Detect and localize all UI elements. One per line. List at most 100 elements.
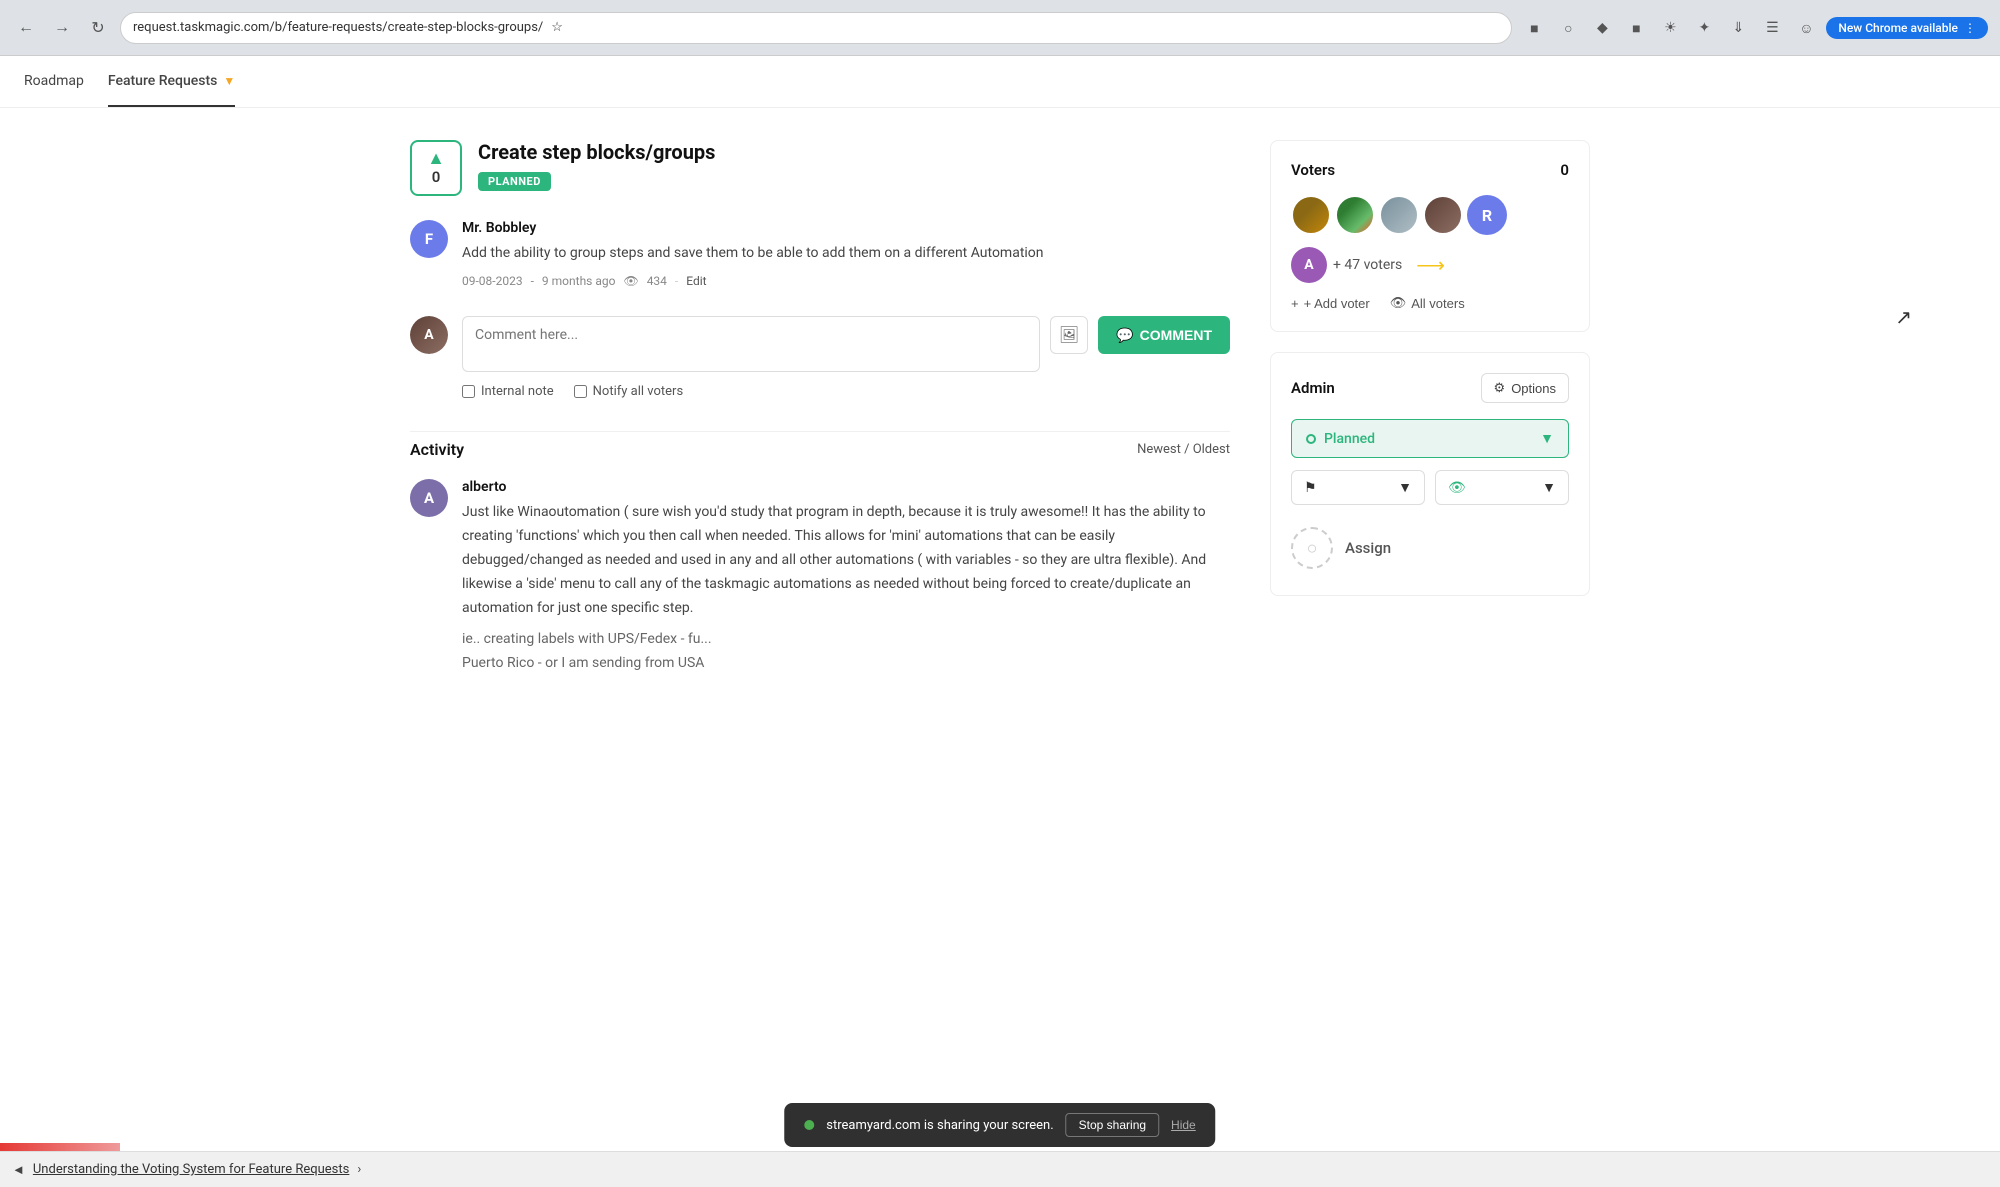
post-author: Mr. Bobbley [462, 220, 1230, 236]
download-icon[interactable]: ⇓ [1724, 14, 1752, 42]
browser-actions: ■ ○ ◆ ■ ☀ ✦ ⇓ ☰ ☺ New Chrome available ⋮ [1520, 14, 1988, 42]
comment-image-btn[interactable]: 🖼 [1050, 316, 1088, 354]
sort-label: Newest / Oldest [1137, 442, 1230, 457]
top-nav: Roadmap Feature Requests ▼ [0, 56, 2000, 108]
nav-feature-requests[interactable]: Feature Requests ▼ [108, 57, 235, 107]
extension-icon-5[interactable]: ☀ [1656, 14, 1684, 42]
extension-icon-3[interactable]: ◆ [1588, 14, 1616, 42]
post-text: Add the ability to group steps and save … [462, 242, 1230, 264]
ticker-chevron-icon: › [357, 1162, 361, 1177]
comment-icon: 💬 [1116, 327, 1133, 344]
voters-avatars: R [1291, 195, 1569, 235]
assign-label: Assign [1345, 539, 1391, 557]
sidebar-toggle-icon[interactable]: ☰ [1758, 14, 1786, 42]
nav-feature-requests-label: Feature Requests [108, 73, 217, 89]
assign-circle: ○ [1291, 527, 1333, 569]
feature-title-section: Create step blocks/groups PLANNED [478, 140, 715, 191]
post-views: 434 [647, 274, 667, 288]
forward-button[interactable]: → [48, 14, 76, 42]
add-voter-label: + Add voter [1304, 296, 1370, 311]
add-voter-icon: + [1291, 296, 1299, 311]
reload-button[interactable]: ↻ [84, 14, 112, 42]
post-time-ago: 9 months ago [542, 274, 616, 288]
browser-chrome: ← → ↻ request.taskmagic.com/b/feature-re… [0, 0, 2000, 56]
sidebar: Voters 0 R A + 47 voters ⟶ [1270, 140, 1590, 700]
comment-textarea[interactable] [462, 316, 1040, 372]
new-chrome-badge[interactable]: New Chrome available ⋮ [1826, 17, 1988, 39]
voters-count: 0 [1560, 161, 1569, 179]
status-dropdown[interactable]: Planned ▼ [1291, 419, 1569, 458]
extension-icon-6[interactable]: ✦ [1690, 14, 1718, 42]
voters-section: Voters 0 R A + 47 voters ⟶ [1270, 140, 1590, 332]
bottom-ticker: ◄ Understanding the Voting System for Fe… [0, 1151, 2000, 1187]
back-button[interactable]: ← [12, 14, 40, 42]
date-separator: - [531, 274, 534, 288]
status-dropdown-text: Planned [1324, 431, 1375, 447]
status-dot-icon [1306, 434, 1316, 444]
vote-box[interactable]: ▲ 0 [410, 140, 462, 196]
nav-roadmap[interactable]: Roadmap [24, 57, 84, 107]
ticker-text[interactable]: Understanding the Voting System for Feat… [33, 1162, 349, 1177]
visibility-dropdown[interactable]: 👁 ▼ [1435, 470, 1569, 505]
voters-header: Voters 0 [1291, 161, 1569, 179]
voter-avatar-3 [1379, 195, 1419, 235]
post-meta: 09-08-2023 - 9 months ago 👁 434 - Edit [462, 274, 1230, 288]
activity-title: Activity [410, 440, 464, 459]
extension-icon-2[interactable]: ○ [1554, 14, 1582, 42]
extension-icon-1[interactable]: ■ [1520, 14, 1548, 42]
author-avatar: F [410, 220, 448, 258]
feature-title: Create step blocks/groups [478, 140, 715, 164]
voter-avatar-2 [1335, 195, 1375, 235]
all-voters-button[interactable]: 👁 All voters [1390, 295, 1465, 311]
activity-text-2: ie.. creating labels with UPS/Fedex - fu… [462, 628, 1230, 652]
notify-voters-label: Notify all voters [593, 384, 684, 399]
hide-button[interactable]: Hide [1171, 1118, 1196, 1132]
stop-sharing-button[interactable]: Stop sharing [1066, 1113, 1159, 1137]
flag-dropdown[interactable]: ⚑ ▼ [1291, 470, 1425, 505]
sort-options[interactable]: Newest / Oldest [1137, 442, 1230, 457]
activity-content: alberto Just like Winaoutomation ( sure … [462, 479, 1230, 676]
activity-text-3: Puerto Rico - or I am sending from USA [462, 652, 1230, 676]
comment-options: Internal note Notify all voters [462, 384, 1230, 399]
comment-button[interactable]: 💬 COMMENT [1098, 316, 1230, 354]
eye-icon: 👁 [623, 274, 638, 288]
internal-note-checkbox[interactable]: Internal note [462, 384, 554, 399]
gear-icon: ⚙ [1494, 380, 1506, 396]
notify-voters-input[interactable] [574, 385, 587, 398]
extension-icon-4[interactable]: ■ [1622, 14, 1650, 42]
content-area: ▲ 0 Create step blocks/groups PLANNED F … [410, 140, 1270, 700]
comment-area: A 🖼 💬 COMMENT [410, 316, 1230, 372]
add-voter-button[interactable]: + + Add voter [1291, 295, 1370, 311]
voter-avatar-4 [1423, 195, 1463, 235]
voter-avatar-1 [1291, 195, 1331, 235]
page-wrapper: Roadmap Feature Requests ▼ ▲ 0 Create st… [0, 56, 2000, 1187]
commenter-avatar: A [410, 316, 448, 354]
all-voters-label: All voters [1411, 296, 1464, 311]
post-content: Mr. Bobbley Add the ability to group ste… [462, 220, 1230, 288]
assign-area[interactable]: ○ Assign [1291, 521, 1569, 575]
address-bar[interactable]: request.taskmagic.com/b/feature-requests… [120, 12, 1512, 44]
more-voters-count: + 47 voters [1333, 257, 1402, 273]
edit-link[interactable]: Edit [686, 274, 706, 288]
nav-roadmap-label: Roadmap [24, 73, 84, 89]
share-indicator-icon [804, 1120, 814, 1130]
admin-title: Admin [1291, 379, 1335, 397]
nav-dropdown-icon: ▼ [223, 74, 235, 88]
internal-note-input[interactable] [462, 385, 475, 398]
new-chrome-menu-icon: ⋮ [1964, 21, 1976, 35]
activity-post: A alberto Just like Winaoutomation ( sur… [410, 479, 1230, 676]
flag-dropdown-chevron: ▼ [1398, 479, 1412, 496]
sidebar-actions: + + Add voter 👁 All voters [1291, 295, 1569, 311]
profile-icon[interactable]: ☺ [1792, 14, 1820, 42]
bookmark-icon[interactable]: ☆ [551, 20, 563, 35]
ticker-arrow-icon: ◄ [12, 1162, 25, 1178]
notify-voters-checkbox[interactable]: Notify all voters [574, 384, 684, 399]
icon-dropdowns: ⚑ ▼ 👁 ▼ [1291, 470, 1569, 505]
flag-icon: ⚑ [1304, 480, 1317, 496]
status-badge: PLANNED [478, 172, 551, 191]
admin-section: Admin ⚙ Options Planned ▼ ⚑ [1270, 352, 1590, 596]
comment-input-wrapper: 🖼 💬 COMMENT [462, 316, 1230, 372]
options-button[interactable]: ⚙ Options [1481, 373, 1569, 403]
new-chrome-label: New Chrome available [1838, 21, 1958, 35]
feature-header: ▲ 0 Create step blocks/groups PLANNED [410, 140, 1230, 196]
